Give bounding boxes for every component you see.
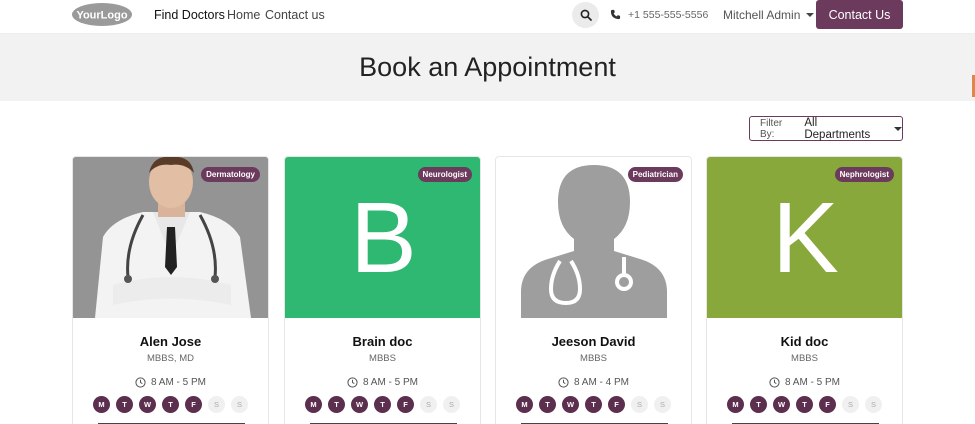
doctor-card[interactable]: Dermatology Alen Jose MBBS, MD 8 AM - 5 … [72,156,269,424]
day-wednesday: W [139,396,156,413]
filter-label: Filter By: [760,117,783,140]
doctor-hours: 8 AM - 5 PM [73,377,268,388]
page-title: Book an Appointment [359,52,616,82]
hours-text: 8 AM - 5 PM [150,377,206,388]
chevron-down-icon [894,126,902,131]
department-filter-dropdown[interactable]: Filter By: All Departments [749,116,903,141]
day-monday: M [305,396,322,413]
user-name: Mitchell Admin [723,8,801,22]
doctor-qualification: MBBS, MD [147,353,194,364]
day-friday: F [819,396,836,413]
day-thursday: T [796,396,813,413]
doctor-hours: 8 AM - 4 PM [496,377,691,388]
doctor-card[interactable]: B Neurologist Brain doc MBBS 8 AM - 5 PM… [284,156,481,424]
doctor-qualification: MBBS [791,353,818,364]
availability-days: M T W T F S S [73,396,268,413]
doctor-name: Jeeson David [551,334,636,349]
availability-days: M T W T F S S [707,396,902,413]
doctor-name: Alen Jose [139,334,202,349]
doctor-hours: 8 AM - 5 PM [285,377,480,388]
chevron-down-icon [806,13,815,17]
doctor-initial: K [772,181,839,294]
nav-home[interactable]: Home [227,8,260,22]
phone-number[interactable]: +1 555-555-5556 [628,9,708,21]
phone-icon [610,9,621,20]
logo-icon: YourLogo [72,3,132,26]
day-tuesday: T [328,396,345,413]
doctor-placeholder: Pediatrician [496,157,691,318]
day-sunday: S [231,396,248,413]
filter-value: All Departments [804,116,871,141]
day-saturday: S [208,396,225,413]
hours-text: 8 AM - 5 PM [362,377,418,388]
clock-icon [135,377,146,388]
day-friday: F [185,396,202,413]
logo-text: YourLogo [76,10,127,22]
doctor-qualification: MBBS [580,353,607,364]
top-navbar: YourLogo Find Doctors Home Contact us +1… [0,0,975,34]
doctor-card[interactable]: K Nephrologist Kid doc MBBS 8 AM - 5 PM … [706,156,903,424]
clock-icon [558,377,569,388]
doctor-avatar: K Nephrologist [707,157,902,318]
day-wednesday: W [773,396,790,413]
doctor-initial: B [350,181,417,294]
day-friday: F [397,396,414,413]
doctor-qualification: MBBS [369,353,396,364]
department-badge: Nephrologist [834,167,894,182]
doctor-name: Brain doc [352,334,413,349]
day-thursday: T [162,396,179,413]
availability-days: M T W T F S S [496,396,691,413]
department-badge: Neurologist [417,167,472,182]
day-wednesday: W [562,396,579,413]
hours-text: 8 AM - 5 PM [784,377,840,388]
search-button[interactable] [572,2,599,28]
day-tuesday: T [116,396,133,413]
department-badge: Pediatrician [627,167,683,182]
doctor-photo: Dermatology [73,157,268,318]
day-friday: F [608,396,625,413]
clock-icon [347,377,358,388]
nav-contact-us[interactable]: Contact us [265,8,325,22]
day-thursday: T [374,396,391,413]
day-saturday: S [631,396,648,413]
day-sunday: S [443,396,460,413]
department-badge: Dermatology [201,167,260,182]
day-monday: M [516,396,533,413]
hours-text: 8 AM - 4 PM [573,377,629,388]
logo[interactable]: YourLogo [71,2,133,27]
day-saturday: S [842,396,859,413]
day-sunday: S [654,396,671,413]
nav-find-doctors[interactable]: Find Doctors [154,8,225,22]
day-tuesday: T [539,396,556,413]
page-banner: Book an Appointment [0,34,975,101]
day-saturday: S [420,396,437,413]
day-monday: M [727,396,744,413]
contact-us-button[interactable]: Contact Us [816,0,903,29]
day-monday: M [93,396,110,413]
doctor-hours: 8 AM - 5 PM [707,377,902,388]
doctor-name: Kid doc [780,334,829,349]
doctor-card[interactable]: Pediatrician Jeeson David MBBS 8 AM - 4 … [495,156,692,424]
day-thursday: T [585,396,602,413]
doctor-avatar: B Neurologist [285,157,480,318]
search-icon [580,9,592,21]
clock-icon [769,377,780,388]
user-menu[interactable]: Mitchell Admin [723,8,815,22]
day-sunday: S [865,396,882,413]
day-wednesday: W [351,396,368,413]
availability-days: M T W T F S S [285,396,480,413]
day-tuesday: T [750,396,767,413]
